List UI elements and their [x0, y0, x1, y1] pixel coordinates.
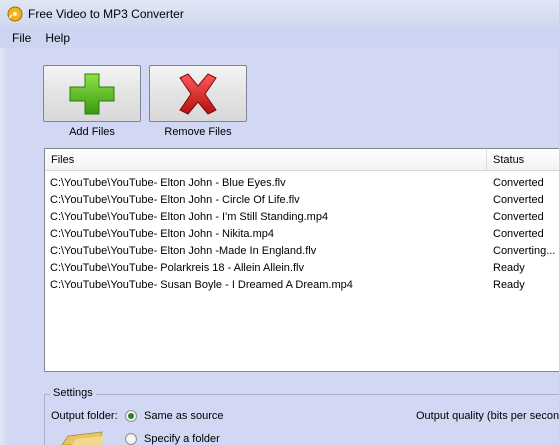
file-status: Converted	[493, 228, 544, 240]
table-row[interactable]: C:\YouTube\YouTube- Elton John - Nikita.…	[45, 226, 559, 243]
title-bar: Free Video to MP3 Converter	[0, 0, 559, 27]
output-quality-label: Output quality (bits per second	[416, 410, 559, 422]
table-row[interactable]: C:\YouTube\YouTube- Elton John - Circle …	[45, 192, 559, 209]
file-path: C:\YouTube\YouTube- Elton John - I'm Sti…	[50, 211, 329, 223]
table-row[interactable]: C:\YouTube\YouTube- Susan Boyle - I Drea…	[45, 277, 559, 294]
file-path: C:\YouTube\YouTube- Elton John - Nikita.…	[50, 228, 275, 240]
settings-divider	[44, 394, 559, 395]
same-as-source-label[interactable]: Same as source	[144, 410, 223, 422]
x-icon	[179, 72, 217, 115]
remove-files-button[interactable]	[149, 65, 247, 122]
window-left-edge	[0, 48, 7, 445]
window-title: Free Video to MP3 Converter	[28, 6, 184, 21]
settings-border	[44, 394, 45, 445]
file-status: Converted	[493, 211, 544, 223]
table-row[interactable]: C:\YouTube\YouTube- Elton John - Blue Ey…	[45, 175, 559, 192]
file-list[interactable]: Files Status C:\YouTube\YouTube- Elton J…	[44, 148, 559, 372]
output-folder-label: Output folder:	[51, 410, 118, 422]
file-path: C:\YouTube\YouTube- Elton John - Circle …	[50, 194, 300, 206]
column-header-files[interactable]: Files	[45, 149, 487, 170]
plus-icon	[69, 73, 115, 114]
settings-group: Settings Output folder: Same as source S…	[44, 384, 559, 445]
specify-folder-radio[interactable]	[125, 433, 137, 445]
remove-files-label: Remove Files	[164, 126, 232, 138]
settings-legend: Settings	[50, 387, 96, 399]
menu-bar: File Help	[0, 27, 559, 48]
specify-folder-label[interactable]: Specify a folder	[144, 433, 220, 445]
column-header-status[interactable]: Status	[487, 149, 559, 170]
table-row[interactable]: C:\YouTube\YouTube- Elton John -Made In …	[45, 243, 559, 260]
table-row[interactable]: C:\YouTube\YouTube- Elton John - I'm Sti…	[45, 209, 559, 226]
table-row[interactable]: C:\YouTube\YouTube- Polarkreis 18 - Alle…	[45, 260, 559, 277]
main-content: Add Files Remove Files Files Status C:\Y…	[7, 48, 559, 445]
file-status: Converting...	[493, 245, 556, 257]
folder-icon	[61, 431, 104, 445]
file-path: C:\YouTube\YouTube- Susan Boyle - I Drea…	[50, 279, 353, 291]
menu-file[interactable]: File	[0, 31, 39, 45]
file-status: Converted	[493, 177, 544, 189]
file-status: Ready	[493, 279, 525, 291]
file-status: Ready	[493, 262, 525, 274]
menu-help[interactable]: Help	[39, 31, 78, 45]
add-files-button[interactable]	[43, 65, 141, 122]
file-path: C:\YouTube\YouTube- Elton John - Blue Ey…	[50, 177, 286, 189]
same-as-source-radio[interactable]	[125, 410, 137, 422]
file-list-header: Files Status	[45, 149, 559, 171]
file-path: C:\YouTube\YouTube- Elton John -Made In …	[50, 245, 317, 257]
add-files-label: Add Files	[69, 126, 115, 138]
file-list-rows: C:\YouTube\YouTube- Elton John - Blue Ey…	[45, 171, 559, 294]
app-icon	[7, 6, 23, 21]
file-path: C:\YouTube\YouTube- Polarkreis 18 - Alle…	[50, 262, 304, 274]
file-status: Converted	[493, 194, 544, 206]
